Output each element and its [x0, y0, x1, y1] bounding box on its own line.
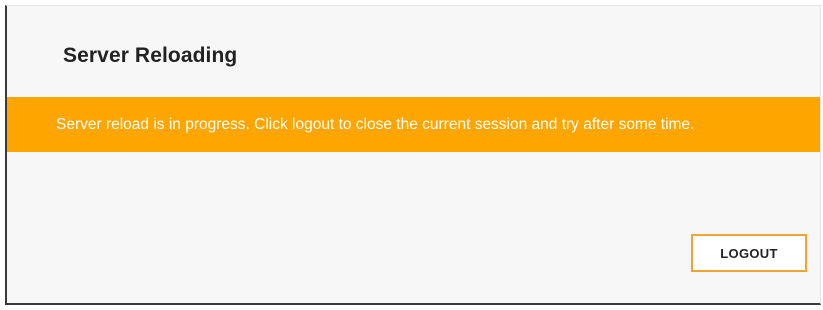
server-reloading-dialog: Server Reloading Server reload is in pro… — [5, 5, 821, 305]
logout-button[interactable]: LOGOUT — [691, 234, 807, 272]
dialog-title: Server Reloading — [63, 44, 238, 67]
warning-banner: Server reload is in progress. Click logo… — [7, 97, 820, 152]
warning-message: Server reload is in progress. Click logo… — [56, 115, 695, 133]
